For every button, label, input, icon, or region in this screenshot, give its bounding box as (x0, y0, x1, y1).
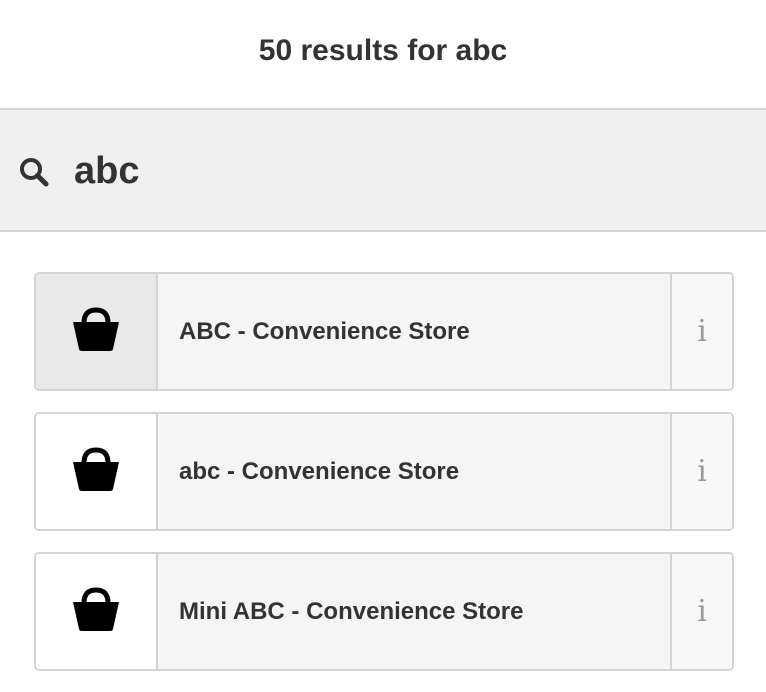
result-icon-cell (36, 274, 158, 389)
info-button[interactable]: i (670, 274, 732, 389)
result-icon-cell (36, 414, 158, 529)
result-item[interactable]: Mini ABC - Convenience Store i (34, 552, 734, 671)
result-label: Mini ABC - Convenience Store (158, 554, 670, 669)
search-bar (0, 110, 766, 232)
page-title: 50 results for abc (258, 34, 508, 67)
results-header: 50 results for abc (0, 0, 766, 110)
basket-icon (71, 586, 121, 637)
search-input[interactable] (74, 146, 734, 196)
info-button[interactable]: i (670, 554, 732, 669)
result-label: ABC - Convenience Store (158, 274, 670, 389)
result-label: abc - Convenience Store (158, 414, 670, 529)
basket-icon (71, 306, 121, 357)
result-item[interactable]: abc - Convenience Store i (34, 412, 734, 531)
basket-icon (71, 446, 121, 497)
result-icon-cell (36, 554, 158, 669)
search-icon (18, 156, 50, 188)
results-list: ABC - Convenience Store i abc - Convenie… (34, 272, 734, 692)
result-item[interactable]: ABC - Convenience Store i (34, 272, 734, 391)
info-button[interactable]: i (670, 414, 732, 529)
